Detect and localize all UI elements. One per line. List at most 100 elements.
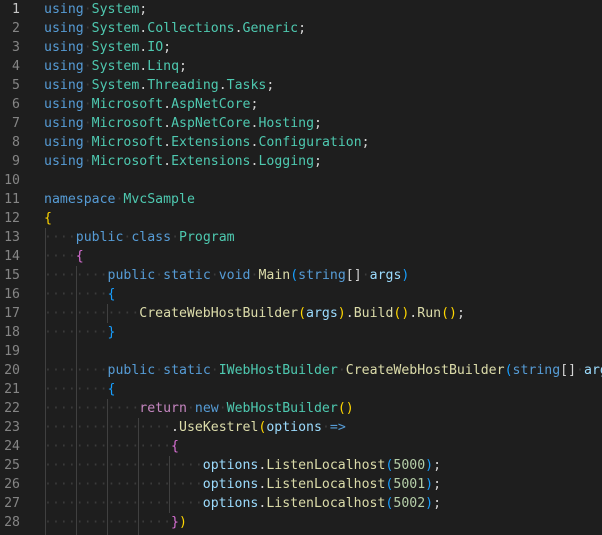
line-content: ········{ — [44, 380, 115, 399]
code-token: Collections — [147, 21, 235, 36]
code-token: using — [44, 116, 84, 131]
code-token: ················ — [44, 439, 172, 454]
line-number: 9 — [12, 154, 20, 169]
code-line[interactable]: 5 using·System.Threading.Tasks; — [0, 76, 602, 95]
code-token: ; — [314, 116, 322, 131]
code-token: System — [91, 78, 140, 93]
line-content: using·System.Collections.Generic; — [44, 19, 306, 38]
line-content: ············CreateWebHostBuilder(args).B… — [44, 304, 465, 323]
code-token: UseKestrel — [179, 420, 259, 435]
code-line[interactable]: 18 ········} — [0, 323, 602, 342]
code-token: Extensions — [171, 135, 251, 150]
code-line[interactable]: 1 using·System; — [0, 0, 602, 19]
line-content: using·System; — [44, 0, 147, 19]
line-number: 24 — [4, 439, 20, 454]
code-line[interactable]: 23 ················.UseKestrel(options·=> — [0, 418, 602, 437]
code-line[interactable]: 26 ····················options.ListenLoca… — [0, 475, 602, 494]
code-token: ········ — [44, 325, 108, 340]
code-token: ListenLocalhost — [266, 496, 386, 511]
code-token: 5001 — [393, 477, 426, 492]
code-line[interactable]: 10 — [0, 171, 602, 190]
code-token: · — [83, 135, 92, 150]
code-token: ; — [163, 40, 172, 55]
code-token: => — [329, 420, 346, 435]
line-number: 12 — [4, 211, 20, 226]
code-token: · — [210, 268, 219, 283]
code-token: . — [345, 306, 354, 321]
code-token: . — [234, 21, 243, 36]
code-line[interactable]: 13 ····public·class·Program — [0, 228, 602, 247]
code-line[interactable]: 2 using·System.Collections.Generic; — [0, 19, 602, 38]
code-token: { — [171, 439, 179, 454]
code-token: { — [107, 287, 116, 302]
code-token: () — [337, 401, 354, 416]
line-number: 11 — [4, 192, 20, 207]
code-editor[interactable]: 1 using·System; 2 using·System.Collections.… — [0, 0, 602, 535]
code-token: () — [441, 306, 457, 321]
code-token: · — [576, 363, 584, 378]
code-line[interactable]: 12 { — [0, 209, 602, 228]
code-token: ···· — [44, 230, 76, 245]
code-line[interactable]: 25 ····················options.ListenLoca… — [0, 456, 602, 475]
code-token: ; — [433, 477, 442, 492]
code-token: using — [44, 21, 84, 36]
code-token: · — [155, 363, 164, 378]
code-line[interactable]: 3 using·System.IO; — [0, 38, 602, 57]
line-content: ········{ — [44, 285, 115, 304]
code-line[interactable]: 15 ········public·static·void·Main(string… — [0, 266, 602, 285]
code-line[interactable]: 16 ········{ — [0, 285, 602, 304]
code-line[interactable]: 9 using·Microsoft.Extensions.Logging; — [0, 152, 602, 171]
code-token: AspNetCore — [171, 116, 251, 131]
code-token: Threading — [147, 78, 219, 93]
code-token: args — [369, 268, 402, 283]
line-number: 4 — [12, 59, 20, 74]
code-token: using — [44, 78, 84, 93]
line-number: 26 — [4, 477, 20, 492]
code-line[interactable]: 11 namespace·MvcSample — [0, 190, 602, 209]
code-token: ················ — [44, 515, 172, 530]
code-line[interactable]: 27 ····················options.ListenLoca… — [0, 494, 602, 513]
line-content: ····{ — [44, 247, 84, 266]
code-token: } — [107, 325, 116, 340]
code-token: System — [91, 21, 140, 36]
code-token: ············ — [44, 401, 140, 416]
line-content: namespace·MvcSample — [44, 190, 195, 209]
line-number: 7 — [12, 116, 20, 131]
code-line[interactable]: 7 using·Microsoft.AspNetCore.Hosting; — [0, 114, 602, 133]
code-line[interactable]: 14 ····{ — [0, 247, 602, 266]
code-line[interactable]: 19 — [0, 342, 602, 361]
code-token: options — [202, 477, 259, 492]
code-line[interactable]: 20 ········public·static·IWebHostBuilder·… — [0, 361, 602, 380]
code-line[interactable]: 24 ················{ — [0, 437, 602, 456]
code-token: args — [584, 363, 602, 378]
code-token: . — [163, 135, 172, 150]
code-line[interactable]: 21 ········{ — [0, 380, 602, 399]
code-token: · — [218, 401, 227, 416]
code-token: return — [139, 401, 187, 416]
code-line[interactable]: 22 ············return·new·WebHostBuilder(… — [0, 399, 602, 418]
code-line[interactable]: 4 using·System.Linq; — [0, 57, 602, 76]
code-token: ; — [314, 154, 322, 169]
line-number: 1 — [12, 2, 20, 17]
code-line[interactable]: 17 ············CreateWebHostBuilder(args)… — [0, 304, 602, 323]
code-token: ········ — [44, 287, 108, 302]
code-token: ListenLocalhost — [266, 458, 386, 473]
line-number: 3 — [12, 40, 20, 55]
code-line[interactable]: 6 using·Microsoft.AspNetCore; — [0, 95, 602, 114]
line-content: using·System.Linq; — [44, 57, 187, 76]
line-number: 2 — [12, 21, 20, 36]
code-token: · — [83, 97, 92, 112]
line-content: ····················options.ListenLocalh… — [44, 475, 441, 494]
code-token: new — [194, 401, 219, 416]
code-token: [] — [345, 268, 362, 283]
code-token: using — [44, 154, 84, 169]
code-token: ) — [425, 458, 434, 473]
code-line[interactable]: 8 using·Microsoft.Extensions.Configuratio… — [0, 133, 602, 152]
code-token: ; — [179, 59, 187, 74]
code-line[interactable]: 28 ················}) — [0, 513, 602, 532]
code-token: Tasks — [226, 78, 267, 93]
line-number: 16 — [4, 287, 20, 302]
code-token: using — [44, 40, 84, 55]
line-content: ····public·class·Program — [44, 228, 235, 247]
code-token: Microsoft — [91, 154, 164, 169]
